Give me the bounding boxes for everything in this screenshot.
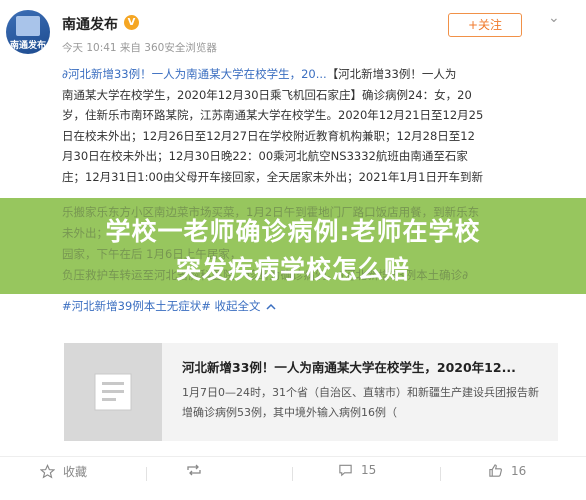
topic-link[interactable]: ∂河北新增33例！一人为南通某大学在校学生，20... — [62, 67, 327, 81]
avatar-label: 南通发布 — [9, 41, 46, 51]
post-tail: #河北新增39例本土无症状# 收起全文 — [62, 296, 562, 317]
chevron-up-icon[interactable] — [266, 303, 276, 311]
collapse-link[interactable]: 收起全文 — [211, 299, 261, 313]
post-body: ∂河北新增33例！一人为南通某大学在校学生，20...【河北新增33例！一人为 … — [62, 64, 562, 187]
like-count: 16 — [511, 463, 527, 478]
banner-title-line1: 学校一老师确诊病例:老师在学校 — [105, 217, 481, 246]
avatar[interactable]: 南通发布 — [6, 10, 50, 54]
star-icon — [40, 464, 55, 479]
building-icon — [16, 16, 40, 36]
post-line: 日在校未外出；12月26日至12月27日在学校附近教育机构兼职；12月28日至1… — [62, 128, 475, 143]
like-button[interactable]: 16 — [488, 463, 526, 478]
chevron-down-icon[interactable]: ⌄ — [548, 10, 566, 28]
banner-title-line2: 突发疾病学校怎么赔 — [175, 255, 410, 284]
verified-icon: V — [124, 15, 139, 30]
comment-count: 15 — [361, 463, 377, 477]
title-banner: 乐搬家乐东方小区南边菜市场买菜，1月2日午到霍地门厂路口饭店用餐，到新乐东 未外… — [0, 198, 586, 294]
repost-icon — [187, 464, 201, 476]
post-line: 南通某大学在校学生，2020年12月30日乘飞机回石家庄】确诊病例24：女，20 — [62, 87, 472, 102]
comment-icon — [339, 464, 352, 477]
post-meta: 今天 10:41 来自 360安全浏览器 — [62, 42, 217, 54]
divider — [440, 467, 441, 481]
card-thumbnail — [64, 343, 162, 441]
thumbs-up-icon — [489, 464, 502, 477]
divider — [292, 467, 293, 481]
follow-button[interactable]: +关注 — [448, 13, 522, 37]
document-icon — [94, 373, 132, 411]
repost-button[interactable] — [186, 463, 210, 477]
divider — [146, 467, 147, 481]
favorite-button[interactable]: 收藏 — [40, 463, 87, 480]
post-line: 岁，住新乐市南环路某院，江苏南通某大学在校学生。2020年12月21日至12月2… — [62, 108, 484, 122]
link-card[interactable]: 河北新增33例！一人为南通某大学在校学生，2020年12... 1月7日0—24… — [64, 343, 558, 441]
account-name[interactable]: 南通发布 — [62, 14, 118, 34]
card-title: 河北新增33例！一人为南通某大学在校学生，2020年12... — [182, 360, 516, 375]
post-line: 【河北新增33例！一人为 — [326, 67, 457, 81]
comment-button[interactable]: 15 — [338, 463, 376, 477]
card-description: 1月7日0—24时，31个省（自治区、直辖市）和新疆生产建设兵团报告新增确诊病例… — [182, 386, 539, 419]
post-line: 庄；12月31日1:00由父母开车接回家，全天居家未外出；2021年1月1日开车… — [62, 169, 483, 184]
post-line: 月30日在校未外出；12月30日晚22：00乘河北航空NS3332航班由南通至石… — [62, 149, 468, 163]
post-header: 南通发布 南通发布 V 今天 10:41 来自 360安全浏览器 +关注 ⌄ — [0, 0, 586, 60]
favorite-label: 收藏 — [63, 465, 88, 479]
hashtag-link[interactable]: #河北新增39例本土无症状# — [62, 299, 211, 313]
action-bar: 收藏 15 16 — [0, 456, 586, 489]
